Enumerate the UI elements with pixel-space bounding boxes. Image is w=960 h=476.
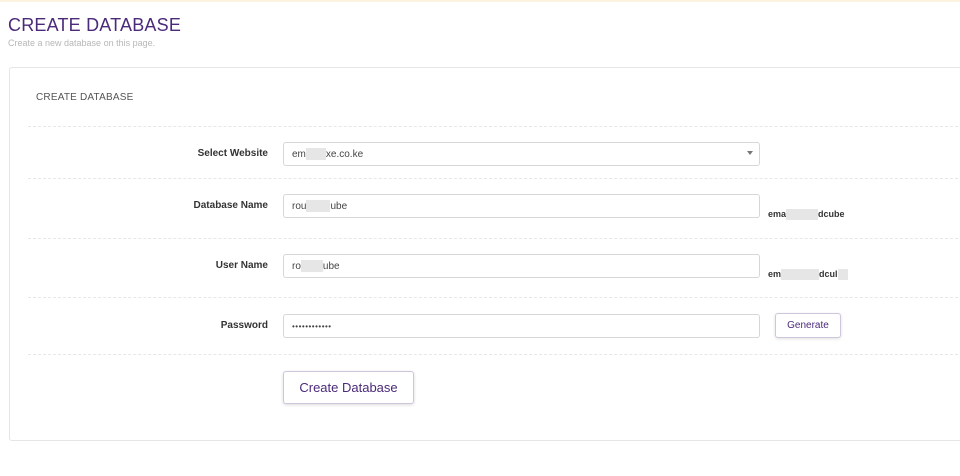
redaction-block: [837, 269, 848, 281]
card-title: CREATE DATABASE: [36, 92, 134, 103]
divider: [28, 354, 960, 355]
suffix-start: em: [768, 269, 782, 279]
password-label: Password: [220, 320, 268, 331]
user-name-prefix-text: em dcul: [768, 269, 848, 281]
database-name-value-end: ube: [330, 200, 348, 212]
website-value-end: xe.co.ke: [325, 148, 364, 160]
divider: [28, 238, 960, 239]
select-website-label: Select Website: [197, 148, 268, 159]
create-database-card: CREATE DATABASE Select Website em xe.co.…: [9, 67, 960, 441]
page-title: CREATE DATABASE: [8, 15, 182, 35]
database-name-prefix-text: ema dcube: [768, 209, 845, 221]
select-website-dropdown[interactable]: em xe.co.ke: [283, 142, 760, 166]
password-value: ••••••••••••: [292, 321, 332, 331]
redaction-block: [305, 148, 326, 160]
database-name-label: Database Name: [193, 200, 268, 211]
user-name-input[interactable]: ro ube: [283, 254, 760, 278]
chevron-down-icon: [747, 151, 753, 155]
database-name-input[interactable]: rou ube: [283, 194, 760, 218]
database-name-value-start: rou: [292, 200, 307, 212]
user-name-value-end: ube: [322, 260, 340, 272]
page-subtitle: Create a new database on this page.: [8, 38, 156, 48]
suffix-start: ema: [768, 209, 787, 219]
top-accent-bar: [0, 0, 960, 2]
divider: [28, 297, 960, 298]
divider: [28, 178, 960, 179]
suffix-end: dcul: [819, 269, 838, 279]
website-value-start: em: [292, 148, 306, 160]
redaction-block: [786, 209, 819, 221]
user-name-value-start: ro: [292, 260, 301, 272]
suffix-end: dcube: [818, 209, 845, 219]
redaction-block: [306, 200, 331, 212]
password-input[interactable]: ••••••••••••: [283, 314, 760, 338]
generate-password-button[interactable]: Generate: [775, 313, 841, 338]
redaction-block: [781, 269, 820, 281]
divider: [28, 126, 960, 127]
user-name-label: User Name: [215, 260, 268, 271]
create-database-button[interactable]: Create Database: [283, 371, 414, 404]
redaction-block: [300, 260, 323, 272]
